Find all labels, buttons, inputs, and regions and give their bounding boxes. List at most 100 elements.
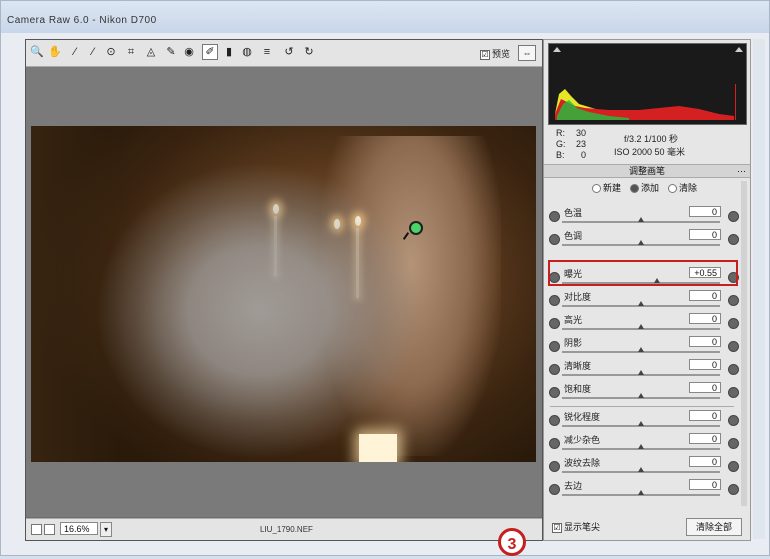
slider-thumb[interactable] — [638, 421, 644, 426]
clear-all-button[interactable]: 清除全部 — [686, 518, 742, 536]
plus-icon[interactable] — [728, 387, 739, 398]
preview-checkbox[interactable]: ☑ 预览 — [480, 47, 510, 60]
brush-mode-group: 新建 添加 清除 — [544, 181, 750, 194]
slider-label: 高光 — [564, 315, 583, 325]
minus-icon[interactable] — [549, 387, 560, 398]
slider-row: 波纹去除 0 — [544, 456, 750, 478]
slider-thumb[interactable] — [638, 490, 644, 495]
slider-value-field[interactable]: 0 — [689, 456, 721, 467]
straighten-icon[interactable]: ◬ — [144, 45, 158, 59]
slider-thumb[interactable] — [638, 240, 644, 245]
minus-icon[interactable] — [549, 211, 560, 222]
plus-icon[interactable] — [728, 295, 739, 306]
slider-value-field[interactable]: 0 — [689, 229, 721, 240]
mode-add[interactable]: 添加 — [630, 181, 659, 194]
zoom-level-field[interactable]: 16.6% — [60, 522, 98, 535]
slider-row: 对比度 0 — [544, 290, 750, 312]
slider-value-field[interactable]: 0 — [689, 410, 721, 421]
panel-scrollbar[interactable] — [741, 181, 747, 506]
slider-label: 去边 — [564, 481, 583, 491]
plus-icon[interactable] — [728, 364, 739, 375]
status-bar: 16.6% ▾ LIU_1790.NEF — [26, 518, 542, 540]
slider-thumb[interactable] — [638, 393, 644, 398]
minus-icon[interactable] — [549, 364, 560, 375]
red-eye-icon[interactable]: ◉ — [182, 45, 196, 59]
slider-label: 对比度 — [564, 292, 592, 302]
slider-label: 波纹去除 — [564, 458, 601, 468]
white-balance-icon[interactable]: ⁄ — [68, 45, 82, 59]
plus-icon[interactable] — [728, 234, 739, 245]
panel-menu-icon[interactable]: ⋯ — [737, 165, 746, 177]
slider-value-field[interactable]: 0 — [689, 336, 721, 347]
minus-icon[interactable] — [549, 415, 560, 426]
slider-value-field[interactable]: 0 — [689, 206, 721, 217]
brush-pin-icon[interactable] — [409, 221, 423, 235]
photo-preview[interactable] — [31, 126, 536, 462]
color-sampler-icon[interactable]: ⁄ — [86, 45, 100, 59]
slider-value-field[interactable]: 0 — [689, 382, 721, 393]
image-canvas[interactable] — [26, 67, 542, 517]
window-title: Camera Raw 6.0 - Nikon D700 — [7, 15, 157, 26]
minus-icon[interactable] — [549, 234, 560, 245]
zoom-icon[interactable]: 🔍 — [30, 45, 44, 59]
slider-thumb[interactable] — [638, 324, 644, 329]
plus-icon[interactable] — [728, 341, 739, 352]
minus-icon[interactable] — [549, 484, 560, 495]
window-scrollbar[interactable] — [753, 39, 765, 539]
slider-row: 饱和度 0 — [544, 382, 750, 404]
presets-icon[interactable]: ◍ — [240, 45, 254, 59]
large-candle — [359, 434, 397, 462]
radio-add — [630, 184, 639, 194]
zoom-out-button[interactable] — [31, 524, 42, 535]
slider-thumb[interactable] — [638, 444, 644, 449]
hand-icon[interactable]: ✋ — [48, 45, 62, 59]
slider-thumb[interactable] — [638, 301, 644, 306]
slider-thumb[interactable] — [638, 217, 644, 222]
plus-icon[interactable] — [728, 461, 739, 472]
slider-row: 锐化程度 0 — [544, 410, 750, 432]
slider-row: 阴影 0 — [544, 336, 750, 358]
minus-icon[interactable] — [549, 438, 560, 449]
zoom-in-button[interactable] — [44, 524, 55, 535]
minus-icon[interactable] — [549, 318, 560, 329]
plus-icon[interactable] — [728, 211, 739, 222]
step-badge: 3 — [498, 528, 526, 556]
slider-value-field[interactable]: 0 — [689, 313, 721, 324]
minus-icon[interactable] — [549, 461, 560, 472]
slider-value-field[interactable]: 0 — [689, 290, 721, 301]
spot-removal-icon[interactable]: ✎ — [164, 45, 178, 59]
g-label: G: — [556, 139, 566, 149]
slider-row: 高光 0 — [544, 313, 750, 335]
plus-icon[interactable] — [728, 415, 739, 426]
slider-thumb[interactable] — [638, 347, 644, 352]
graduated-filter-icon[interactable]: ▮ — [222, 45, 236, 59]
slider-value-field[interactable]: 0 — [689, 359, 721, 370]
plus-icon[interactable] — [728, 318, 739, 329]
mode-erase[interactable]: 清除 — [668, 181, 697, 194]
slider-thumb[interactable] — [638, 467, 644, 472]
targeted-adjust-icon[interactable]: ⊙ — [104, 45, 118, 59]
file-name: LIU_1790.NEF — [260, 525, 313, 534]
zoom-dropdown[interactable]: ▾ — [100, 522, 112, 537]
title-bar: Camera Raw 6.0 - Nikon D700 — [1, 1, 769, 33]
fullscreen-button[interactable]: ⇔ — [518, 45, 536, 61]
minus-icon[interactable] — [549, 295, 560, 306]
brush-mask-overlay — [31, 126, 536, 462]
slider-value-field[interactable]: 0 — [689, 433, 721, 444]
rotate-cw-icon[interactable]: ↻ — [302, 45, 316, 59]
plus-icon[interactable] — [728, 484, 739, 495]
list-icon[interactable]: ≡ — [260, 45, 274, 59]
adjustment-brush-icon[interactable]: ✐ — [202, 44, 218, 60]
plus-icon[interactable] — [728, 438, 739, 449]
slider-value-field[interactable]: 0 — [689, 479, 721, 490]
crop-icon[interactable]: ⌗ — [124, 45, 138, 59]
camera-raw-window: Camera Raw 6.0 - Nikon D700 🔍 ✋ ⁄ ⁄ ⊙ ⌗ … — [0, 0, 770, 556]
iso-lens: ISO 2000 50 毫米 — [614, 147, 686, 157]
adjustment-panel: R: 30 G: 23 B: 0 f/3.2 1/100 秒 ISO 2000 … — [543, 39, 751, 541]
mode-new[interactable]: 新建 — [592, 181, 621, 194]
rotate-ccw-icon[interactable]: ↺ — [282, 45, 296, 59]
slider-thumb[interactable] — [638, 370, 644, 375]
section-header: 调整画笔 ⋯ — [544, 164, 750, 178]
show-pins-option[interactable]: ☑ 显示笔尖 — [552, 520, 600, 533]
minus-icon[interactable] — [549, 341, 560, 352]
